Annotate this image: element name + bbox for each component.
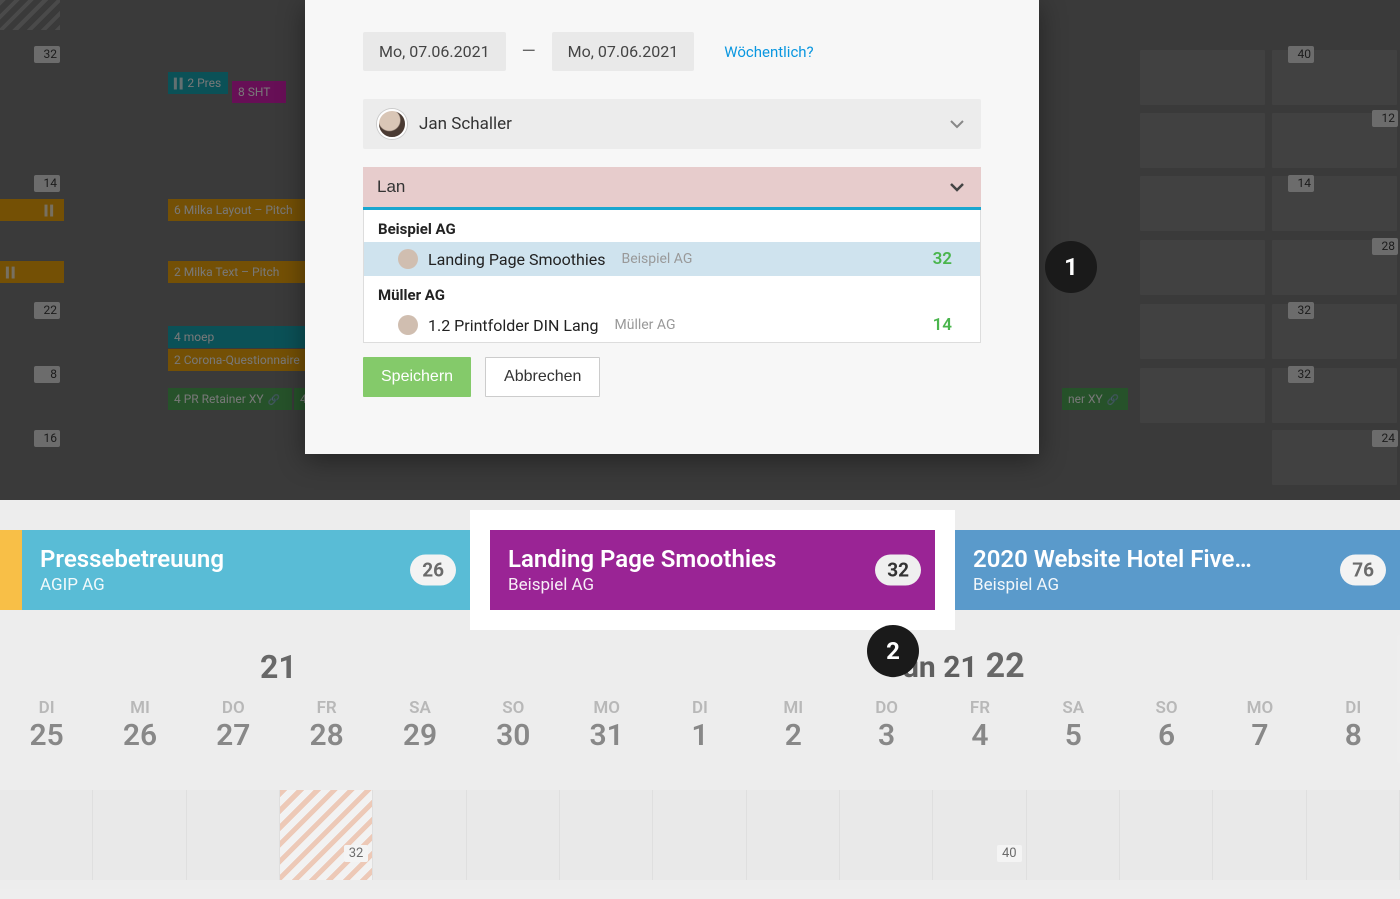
day-cell[interactable]: SO6 (1120, 698, 1213, 753)
weekly-link[interactable]: Wöchentlich? (724, 43, 813, 61)
day-abbr: DI (653, 698, 746, 718)
booking-modal: Mo, 07.06.2021 — Mo, 07.06.2021 Wöchentl… (305, 0, 1039, 454)
project-card[interactable]: 2020 Website Hotel Five… Beispiel AG 76 (955, 530, 1400, 610)
dropdown-item-num: 32 (933, 249, 952, 269)
day-num: 29 (373, 718, 466, 753)
day-num: 6 (1120, 718, 1213, 753)
day-num: 27 (187, 718, 280, 753)
day-num: 28 (280, 718, 373, 753)
day-num: 5 (1027, 718, 1120, 753)
mini-badge: 40 (997, 845, 1022, 862)
project-card[interactable]: Landing Page Smoothies Beispiel AG 32 (490, 530, 935, 610)
date-from[interactable]: Mo, 07.06.2021 (363, 32, 506, 71)
project-edge (0, 530, 22, 610)
day-abbr: FR (933, 698, 1026, 718)
project-card[interactable]: Pressebetreuung AGIP AG 26 (22, 530, 470, 610)
day-num: 30 (467, 718, 560, 753)
project-badge: 76 (1340, 555, 1386, 586)
dropdown-item-title: 1.2 Printfolder DIN Lang (428, 316, 599, 335)
day-cell[interactable]: SA5 (1027, 698, 1120, 753)
project-icon (398, 315, 418, 335)
dropdown-group: Beispiel AG (364, 210, 980, 242)
day-abbr: SA (1027, 698, 1120, 718)
day-cell[interactable]: FR4 (933, 698, 1026, 753)
day-abbr: DI (1307, 698, 1400, 718)
day-cell[interactable]: DI25 (0, 698, 93, 753)
day-cell[interactable]: FR28 (280, 698, 373, 753)
day-cell[interactable]: SA29 (373, 698, 466, 753)
project-badge: 32 (875, 555, 921, 586)
date-to[interactable]: Mo, 07.06.2021 (552, 32, 695, 71)
save-button[interactable]: Speichern (363, 357, 471, 397)
dropdown-item-sub: Beispiel AG (621, 251, 692, 267)
project-title: 2020 Website Hotel Five… (973, 545, 1382, 573)
day-num: 31 (560, 718, 653, 753)
day-num: 4 (933, 718, 1026, 753)
day-abbr: MI (747, 698, 840, 718)
dropdown-group: Müller AG (364, 276, 980, 308)
day-cell[interactable]: DI1 (653, 698, 746, 753)
mini-badge: 32 (344, 845, 369, 862)
day-cell[interactable]: SO30 (467, 698, 560, 753)
hatched-cell: 32 (280, 790, 373, 880)
project-sub: Beispiel AG (508, 575, 917, 595)
day-abbr: DO (840, 698, 933, 718)
project-title: Landing Page Smoothies (508, 545, 917, 573)
dropdown-item-title: Landing Page Smoothies (428, 250, 605, 269)
day-cell[interactable]: MI2 (747, 698, 840, 753)
cancel-button[interactable]: Abbrechen (485, 357, 600, 397)
day-abbr: FR (280, 698, 373, 718)
calendar-timeline: 21 Jun 2122 DI25MI26DO27FR28SA29SO30MO31… (0, 640, 1400, 780)
day-num: 26 (93, 718, 186, 753)
project-dropdown: Beispiel AG Landing Page Smoothies Beisp… (363, 210, 981, 343)
day-abbr: DO (187, 698, 280, 718)
day-cell[interactable]: DI8 (1307, 698, 1400, 753)
dropdown-item[interactable]: 1.2 Printfolder DIN Lang Müller AG 14 (364, 308, 980, 342)
day-cell[interactable]: DO27 (187, 698, 280, 753)
avatar (377, 109, 407, 139)
chevron-down-icon (949, 116, 965, 132)
day-num: 1 (653, 718, 746, 753)
person-name: Jan Schaller (419, 114, 512, 134)
day-abbr: MO (1213, 698, 1306, 718)
annotation-marker-1: 1 (1045, 241, 1097, 293)
day-abbr: SO (1120, 698, 1213, 718)
project-sub: AGIP AG (40, 575, 452, 595)
date-dash: — (522, 41, 536, 62)
mini-strip: 32 40 (0, 790, 1400, 880)
project-search[interactable] (363, 167, 981, 210)
project-search-input[interactable] (377, 177, 908, 197)
top-darkened-calendar: 32 14 22 8 16 40 12 14 28 32 32 24 2 Pre… (0, 0, 1400, 500)
project-timeline-area: Pressebetreuung AGIP AG 26 2020 Website … (0, 500, 1400, 899)
chevron-down-icon (949, 179, 965, 195)
day-abbr: DI (0, 698, 93, 718)
day-cell[interactable]: DO3 (840, 698, 933, 753)
day-num: 8 (1307, 718, 1400, 753)
person-select[interactable]: Jan Schaller (363, 99, 981, 149)
annotation-marker-2: 2 (867, 625, 919, 677)
day-num: 2 (747, 718, 840, 753)
week-number: 21 (130, 648, 427, 686)
day-cell[interactable]: MO7 (1213, 698, 1306, 753)
day-abbr: MI (93, 698, 186, 718)
day-num: 3 (840, 718, 933, 753)
week-number-current: Jun 2122 (807, 646, 1104, 686)
day-abbr: MO (560, 698, 653, 718)
day-num: 25 (0, 718, 93, 753)
day-abbr: SA (373, 698, 466, 718)
project-sub: Beispiel AG (973, 575, 1382, 595)
project-title: Pressebetreuung (40, 545, 452, 573)
day-cell[interactable]: MO31 (560, 698, 653, 753)
dropdown-item-num: 14 (933, 315, 952, 335)
day-num: 7 (1213, 718, 1306, 753)
dropdown-item[interactable]: Landing Page Smoothies Beispiel AG 32 (364, 242, 980, 276)
project-icon (398, 249, 418, 269)
day-abbr: SO (467, 698, 560, 718)
day-cell[interactable]: MI26 (93, 698, 186, 753)
dropdown-item-sub: Müller AG (615, 317, 676, 333)
highlighted-project: Landing Page Smoothies Beispiel AG 32 (470, 510, 955, 630)
project-badge: 26 (410, 555, 456, 586)
